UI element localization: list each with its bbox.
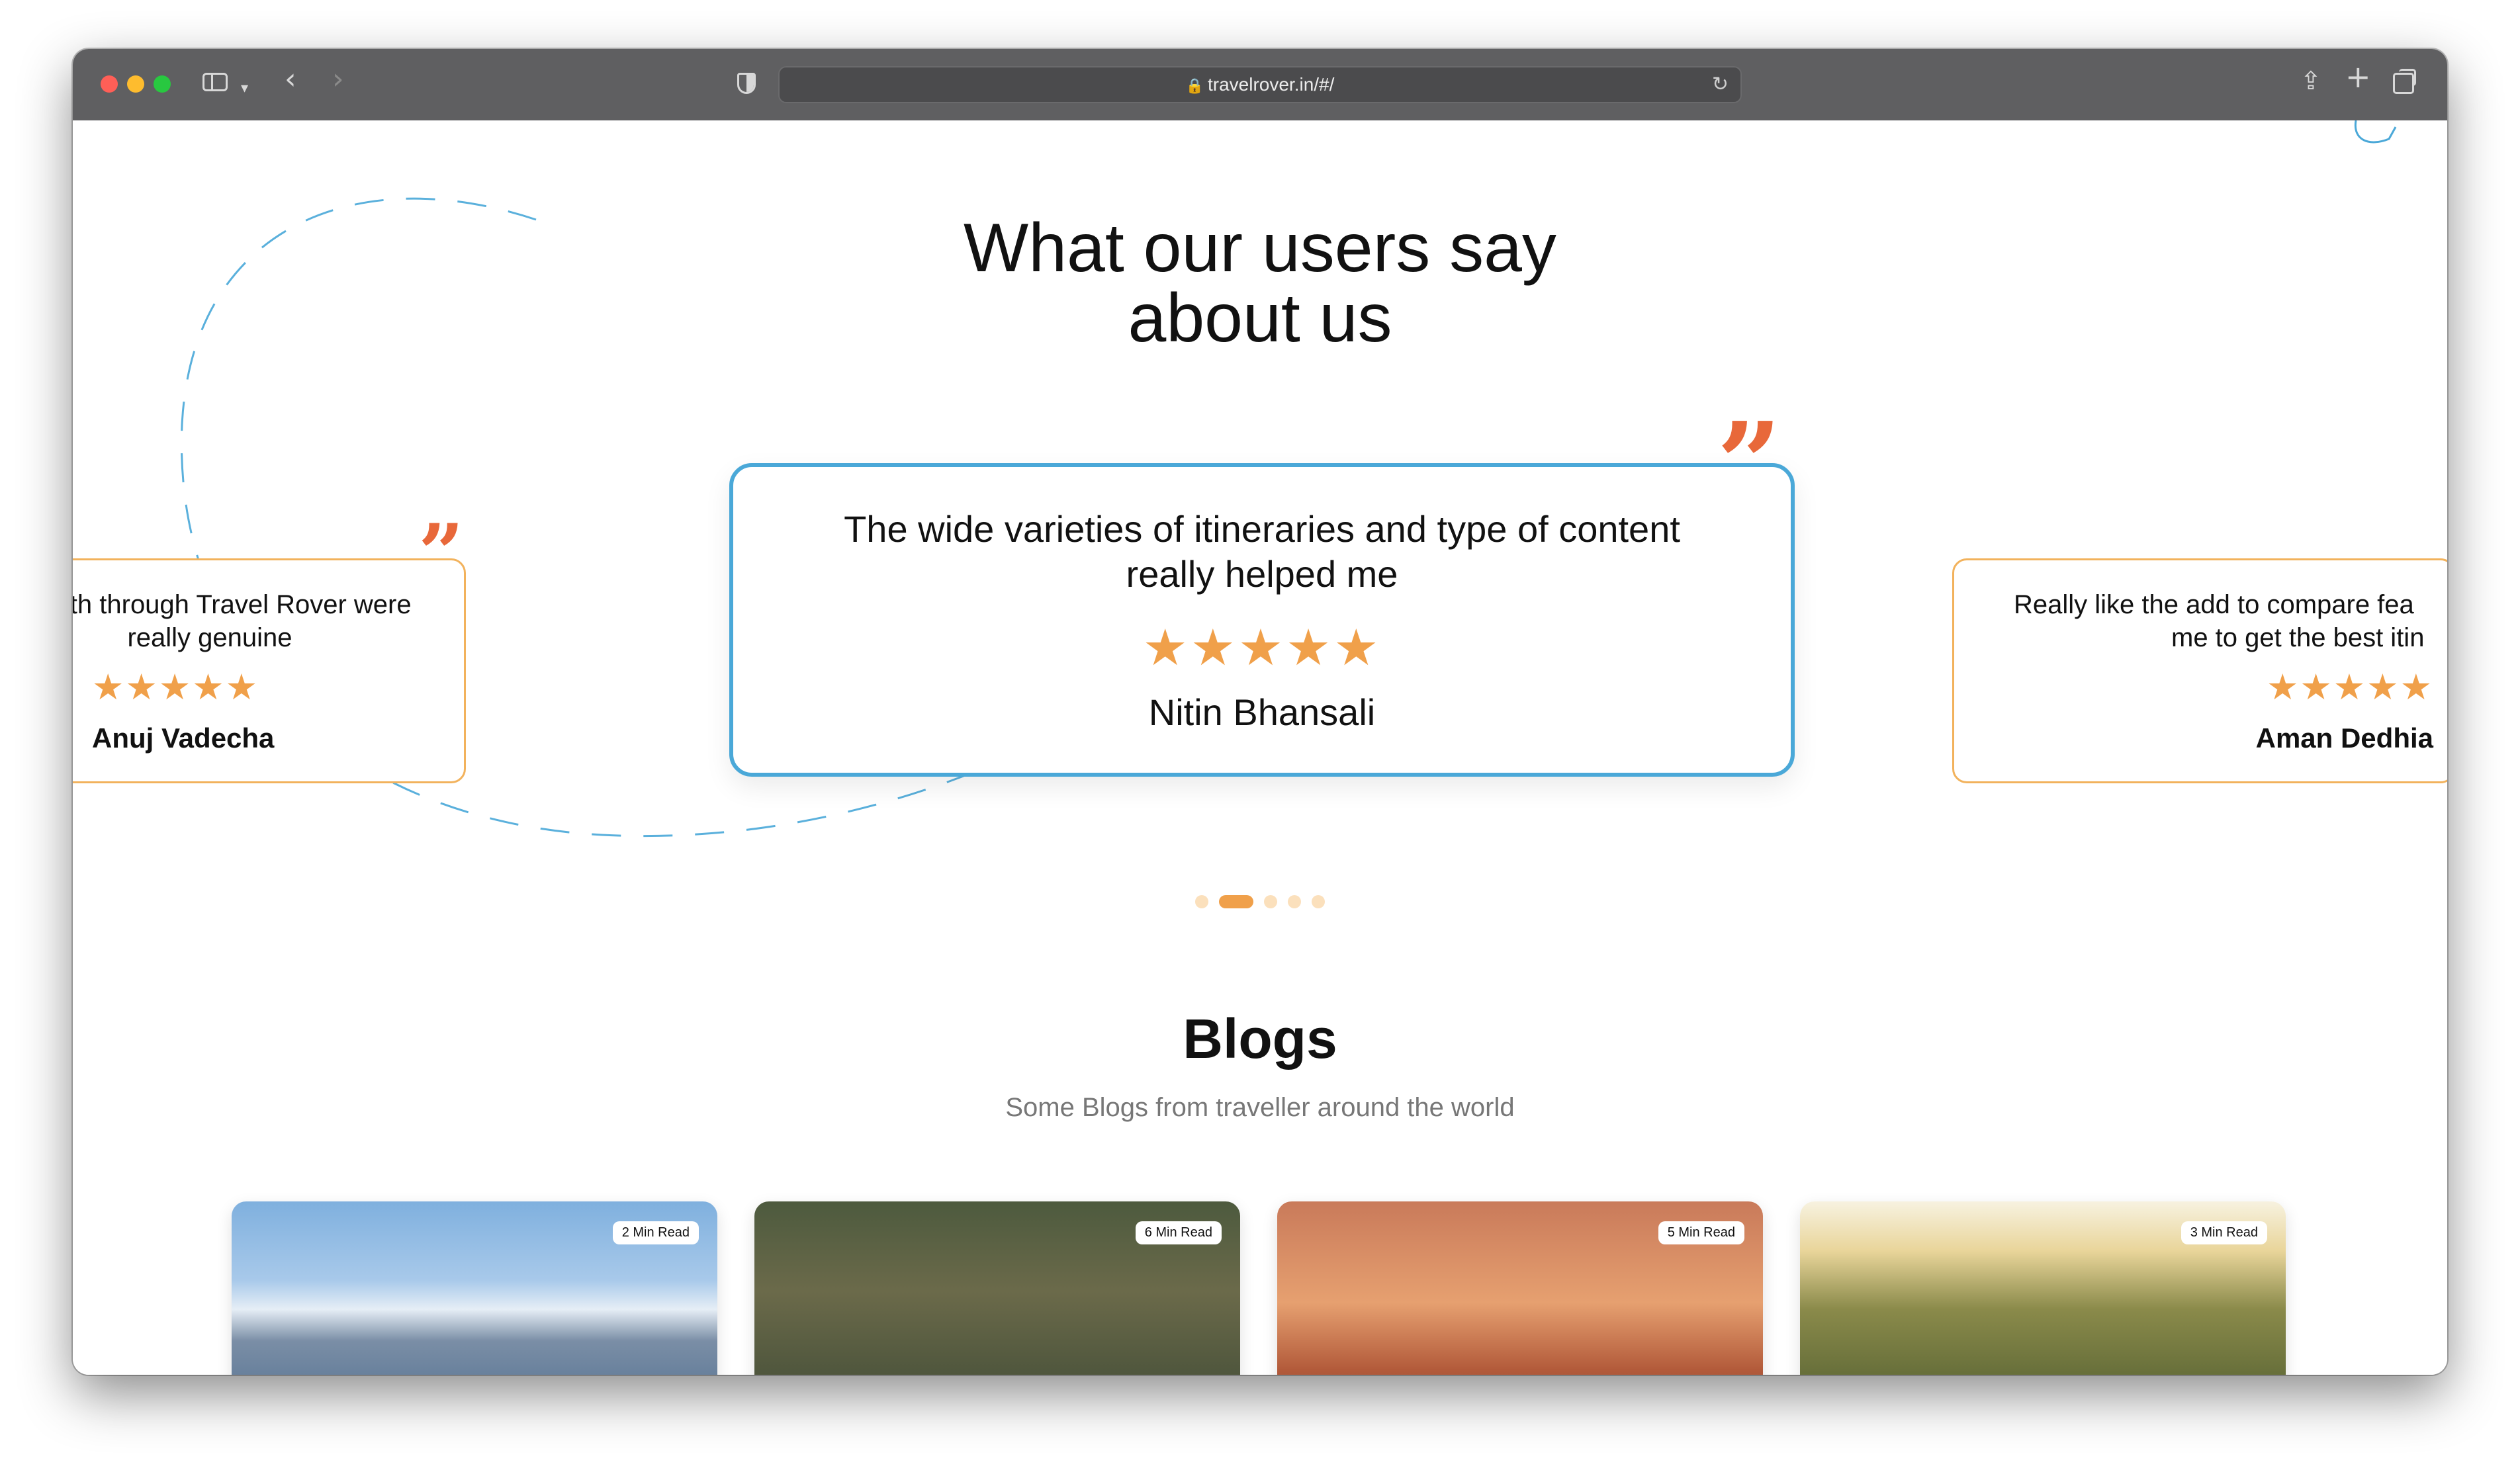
reload-icon[interactable]: ↻ <box>1712 73 1729 96</box>
blog-card-taj-mahal[interactable]: 5 Min Read <box>1277 1201 1763 1375</box>
reviewer-name: Nitin Bhansali <box>1148 691 1376 733</box>
back-icon[interactable]: ‹ <box>285 65 296 94</box>
star-rating: ★★★★★ <box>92 666 259 708</box>
testimonial-text: The wide varieties of itineraries and ty… <box>844 508 1680 595</box>
page-content: What our users say about us ” ed with th… <box>73 120 2447 1375</box>
read-time-badge: 5 Min Read <box>1658 1221 1744 1244</box>
star-rating: ★★★★★ <box>1142 618 1382 677</box>
testimonial-text-line2: really genuine <box>127 623 292 652</box>
testimonial-card-active[interactable]: ” The wide varieties of itineraries and … <box>729 408 1795 777</box>
url-value: travelrover.in/#/ <box>1207 74 1335 95</box>
new-tab-icon[interactable]: + <box>2345 62 2371 92</box>
quote-icon: ” <box>1717 398 1781 530</box>
testimonial-text-line1: ed with through Travel Rover were <box>73 590 412 619</box>
testimonials-title-line1: What our users say <box>964 210 1556 286</box>
blog-card-mountains[interactable]: 2 Min Read <box>232 1201 717 1375</box>
carousel-dot[interactable] <box>1312 894 1325 908</box>
forward-icon[interactable]: › <box>332 65 344 94</box>
reviewer-name: Aman Dedhia <box>2255 722 2433 754</box>
blog-card-group-sunset[interactable]: 3 Min Read <box>1800 1201 2286 1375</box>
read-time-badge: 2 Min Read <box>612 1221 699 1244</box>
sidebar-toggle-icon[interactable] <box>202 73 228 91</box>
carousel-dot-active[interactable] <box>1219 894 1253 908</box>
minimize-window-button[interactable] <box>127 75 144 93</box>
read-time-badge: 6 Min Read <box>1135 1221 1222 1244</box>
testimonials-title: What our users say about us <box>73 213 2447 353</box>
reviewer-name: Anuj Vadecha <box>92 722 275 754</box>
carousel-dot[interactable] <box>1288 894 1301 908</box>
star-rating: ★★★★★ <box>2266 666 2433 708</box>
carousel-dot[interactable] <box>1195 894 1208 908</box>
blogs-subtitle: Some Blogs from traveller around the wor… <box>1005 1093 1515 1122</box>
blogs-title: Blogs <box>1183 1008 1337 1070</box>
carousel-dot[interactable] <box>1264 894 1277 908</box>
testimonial-card-left[interactable]: ” ed with through Travel Rover were real… <box>73 514 466 783</box>
read-time-badge: 3 Min Read <box>2181 1221 2267 1244</box>
testimonial-text: ed with through Travel Rover were really… <box>73 588 455 654</box>
lock-icon: 🔒 <box>1185 77 1204 94</box>
blog-card-backpacker[interactable]: 6 Min Read <box>754 1201 1240 1375</box>
zoom-window-button[interactable] <box>154 75 171 93</box>
browser-window: ▾ ‹ › 🔒 travelrover.in/#/ ↻ ⇪ + What our … <box>73 49 2447 1375</box>
testimonials-title-line2: about us <box>1128 280 1392 357</box>
quote-icon: ” <box>418 507 464 600</box>
testimonial-text: Really like the add to compare fea me to… <box>2014 588 2424 654</box>
testimonial-text-line2: me to get the best itin <box>2171 623 2425 652</box>
close-window-button[interactable] <box>101 75 118 93</box>
browser-toolbar: ▾ ‹ › 🔒 travelrover.in/#/ ↻ ⇪ + <box>73 49 2447 122</box>
testimonial-text-line1: Really like the add to compare fea <box>2014 590 2414 619</box>
address-bar[interactable]: 🔒 travelrover.in/#/ ↻ <box>778 66 1742 103</box>
address-text: 🔒 travelrover.in/#/ <box>780 74 1740 95</box>
share-icon[interactable]: ⇪ <box>2300 68 2321 93</box>
privacy-shield-icon[interactable] <box>737 73 756 94</box>
chevron-down-icon[interactable]: ▾ <box>241 77 248 101</box>
testimonial-card-right[interactable]: Really like the add to compare fea me to… <box>1952 558 2447 783</box>
carousel-dots <box>73 894 2447 908</box>
tab-overview-icon[interactable] <box>2393 69 2416 94</box>
